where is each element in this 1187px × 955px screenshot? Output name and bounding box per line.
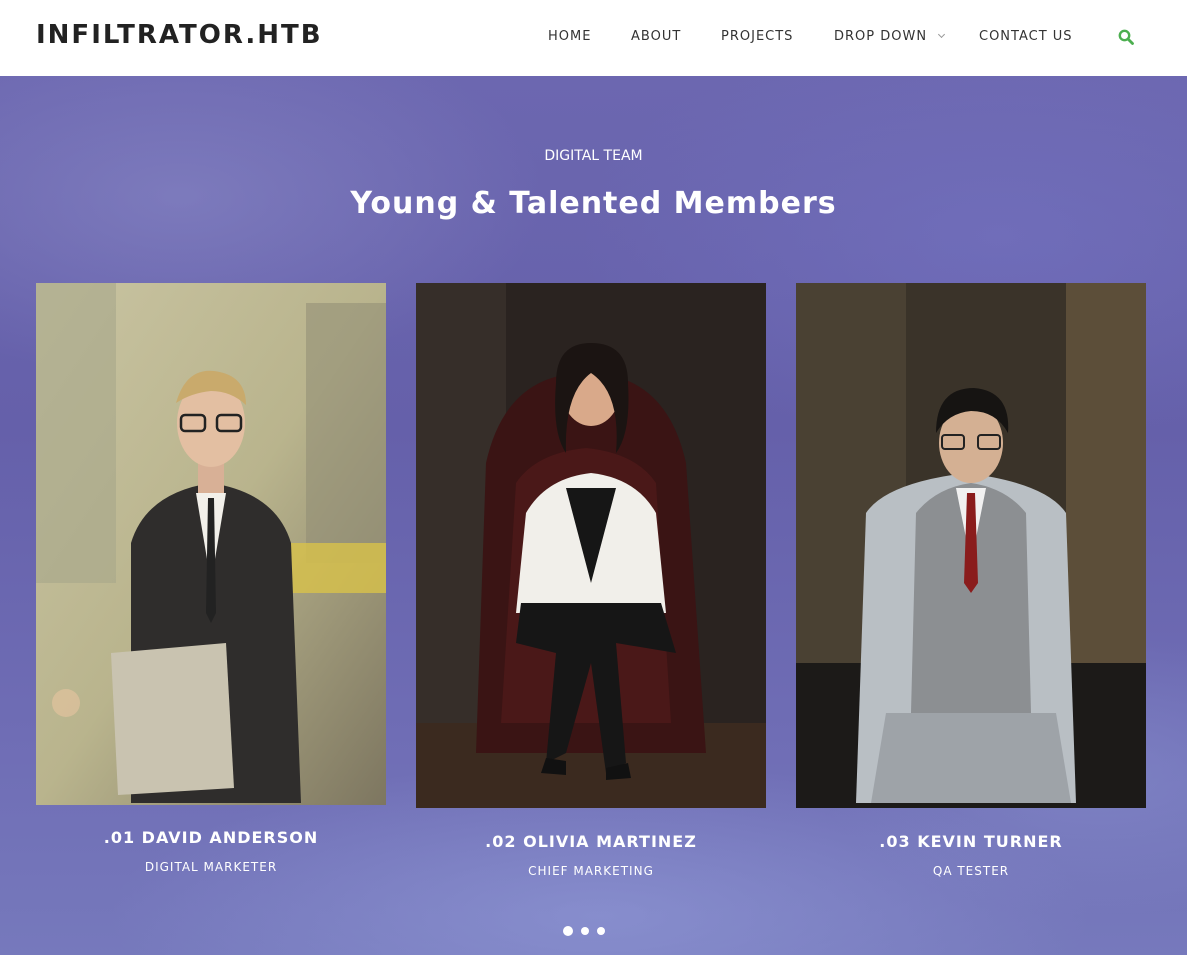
member-role: DIGITAL MARKETER: [144, 860, 278, 874]
team-photo-olivia: [416, 283, 766, 808]
nav-home[interactable]: HOME: [548, 29, 591, 44]
carousel-dot-1[interactable]: [563, 926, 573, 936]
team-photo-david: [36, 283, 386, 805]
section-title: Young & Talented Members: [350, 186, 837, 221]
member-name: .03 KEVIN TURNER: [879, 832, 1063, 851]
site-header: INFILTRATOR.HTB HOME ABOUT PROJECTS DROP…: [0, 0, 1187, 76]
team-card-1[interactable]: .01 DAVID ANDERSON DIGITAL MARKETER: [36, 283, 386, 874]
member-name: .01 DAVID ANDERSON: [103, 828, 319, 847]
nav-about[interactable]: ABOUT: [631, 29, 681, 44]
chevron-down-icon: [938, 30, 946, 39]
nav-dropdown-label: DROP DOWN: [834, 29, 928, 44]
nav-projects[interactable]: PROJECTS: [721, 29, 793, 44]
carousel-dot-2[interactable]: [581, 927, 589, 935]
search-icon[interactable]: [1118, 29, 1134, 45]
team-photo-kevin: [796, 283, 1146, 808]
nav-dropdown[interactable]: DROP DOWN: [834, 29, 946, 44]
nav-contact[interactable]: CONTACT US: [979, 29, 1073, 44]
carousel-dot-3[interactable]: [597, 927, 605, 935]
section-eyebrow: DIGITAL TEAM: [544, 148, 643, 164]
site-logo[interactable]: INFILTRATOR.HTB: [36, 20, 323, 50]
member-name: .02 OLIVIA MARTINEZ: [485, 832, 697, 851]
team-card-3[interactable]: .03 KEVIN TURNER QA TESTER: [796, 283, 1146, 878]
member-role: CHIEF MARKETING: [528, 864, 654, 878]
member-role: QA TESTER: [932, 864, 1010, 878]
carousel-dots: [563, 926, 613, 936]
team-section: DIGITAL TEAM Young & Talented Members .0…: [0, 76, 1187, 955]
team-card-2[interactable]: .02 OLIVIA MARTINEZ CHIEF MARKETING: [416, 283, 766, 878]
